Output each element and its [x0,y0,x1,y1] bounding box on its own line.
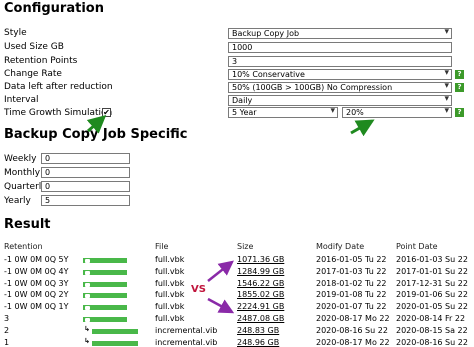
row-modify-date: 2019-01-08 Tu 22 [316,290,387,299]
row-size-link[interactable]: 248.96 GB [237,338,279,347]
row-bar [92,341,138,346]
time-growth-help-icon[interactable]: ? [455,108,464,117]
time-growth-percent-select[interactable]: 20% [342,107,452,118]
row-retention: 2 [4,326,10,335]
interval-select[interactable]: Daily [228,95,452,106]
used-size-input[interactable]: 1000 [228,42,452,53]
row-modify-date: 2020-01-07 Tu 22 [316,302,387,311]
style-select[interactable]: Backup Copy Job [228,28,452,39]
row-file: full.vbk [155,255,185,264]
row-retention: -1 0W 0M 0Q 1Y [4,302,69,311]
incremental-icon: ↳ [84,337,90,345]
row-bar [92,329,138,334]
full-backup-icon [85,258,90,263]
row-file: full.vbk [155,279,185,288]
configuration-heading: Configuration [4,1,104,16]
row-point-date: 2019-01-06 Su 22 [396,290,468,299]
row-size-link[interactable]: 2224.91 GB [237,302,284,311]
time-growth-label: Time Growth Simulation [4,108,113,118]
column-header-modify-date: Modify Date [316,242,365,251]
full-backup-icon [85,317,90,322]
weekly-input[interactable]: 0 [41,153,130,164]
data-left-select[interactable]: 50% (100GB > 100GB) No Compression [228,82,452,93]
change-rate-select[interactable]: 10% Conservative [228,69,452,80]
yearly-label: Yearly [4,196,31,206]
time-growth-checkbox[interactable]: ✔ [102,108,111,117]
row-size-link[interactable]: 248.83 GB [237,326,279,335]
data-left-help-icon[interactable]: ? [455,83,464,92]
row-point-date: 2020-01-05 Su 22 [396,302,468,311]
row-file: full.vbk [155,267,185,276]
quarterly-input[interactable]: 0 [41,181,130,192]
row-retention: -1 0W 0M 0Q 3Y [4,279,69,288]
style-label: Style [4,28,27,38]
copy-job-heading: Backup Copy Job Specific [4,127,188,142]
row-retention: 1 [4,338,10,347]
row-file: full.vbk [155,290,185,299]
row-retention: -1 0W 0M 0Q 4Y [4,267,69,276]
monthly-label: Monthly [4,168,41,178]
row-modify-date: 2016-01-05 Tu 22 [316,255,387,264]
green-arrow-right [350,119,375,137]
row-point-date: 2016-01-03 Su 22 [396,255,468,264]
purple-arrow-upper [207,260,234,282]
retention-points-input[interactable]: 3 [228,56,452,67]
row-size-link[interactable]: 1546.22 GB [237,279,284,288]
row-file: full.vbk [155,302,185,311]
full-backup-icon [85,305,90,310]
data-left-label: Data left after reduction [4,82,113,92]
row-file: incremental.vib [155,338,218,347]
purple-arrow-lower [207,297,235,314]
row-size-link[interactable]: 1284.99 GB [237,267,284,276]
interval-label: Interval [4,95,39,105]
incremental-icon: ↳ [84,325,90,333]
row-modify-date: 2018-01-02 Tu 22 [316,279,387,288]
result-heading: Result [4,217,51,232]
row-modify-date: 2020-08-17 Mo 22 [316,314,390,323]
row-retention: 3 [4,314,10,323]
time-growth-years-select[interactable]: 5 Year [228,107,338,118]
row-file: full.vbk [155,314,185,323]
row-size-link[interactable]: 1071.36 GB [237,255,284,264]
change-rate-help-icon[interactable]: ? [455,70,464,79]
column-header-point-date: Point Date [396,242,438,251]
row-modify-date: 2020-08-17 Mo 22 [316,338,390,347]
column-header-file: File [155,242,169,251]
row-point-date: 2020-08-15 Sa 22 [396,326,468,335]
full-backup-icon [85,293,90,298]
used-size-label: Used Size GB [4,42,64,52]
full-backup-icon [85,270,90,275]
row-retention: -1 0W 0M 0Q 5Y [4,255,69,264]
weekly-label: Weekly [4,154,37,164]
row-modify-date: 2017-01-03 Tu 22 [316,267,387,276]
yearly-input[interactable]: 5 [41,195,130,206]
row-size-link[interactable]: 1855.02 GB [237,290,284,299]
row-point-date: 2017-01-01 Su 22 [396,267,468,276]
monthly-input[interactable]: 0 [41,167,130,178]
row-file: incremental.vib [155,326,218,335]
row-modify-date: 2020-08-16 Su 22 [316,326,388,335]
row-point-date: 2020-08-16 Su 22 [396,338,468,347]
row-point-date: 2017-12-31 Su 22 [396,279,468,288]
column-header-size: Size [237,242,254,251]
row-size-link[interactable]: 2487.08 GB [237,314,284,323]
change-rate-label: Change Rate [4,69,62,79]
row-point-date: 2020-08-14 Fr 22 [396,314,466,323]
row-retention: -1 0W 0M 0Q 2Y [4,290,69,299]
full-backup-icon [85,282,90,287]
vs-annotation: VS [191,284,206,295]
retention-points-label: Retention Points [4,56,78,66]
column-header-retention: Retention [4,242,43,251]
